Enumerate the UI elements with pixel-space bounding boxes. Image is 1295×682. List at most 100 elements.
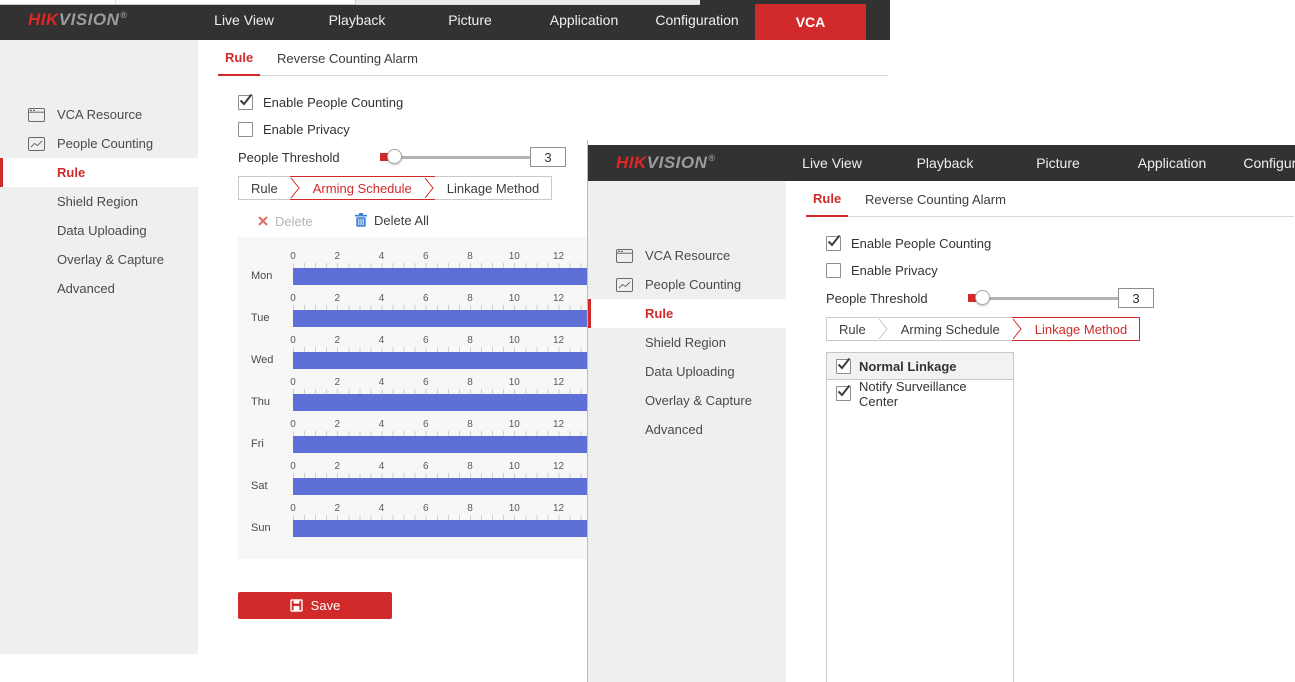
sidebar-item-rule[interactable]: Rule <box>588 299 786 328</box>
sidebar-item-overlay-capture[interactable]: Overlay & Capture <box>588 386 786 415</box>
people-threshold-slider-thumb[interactable] <box>975 290 990 305</box>
subtab-linkage-method[interactable]: Linkage Method <box>435 176 553 200</box>
schedule-tick-label: 4 <box>379 377 385 388</box>
schedule-tick-label: 12 <box>553 377 564 388</box>
sidebar-item-label: Data Uploading <box>645 364 735 379</box>
schedule-tick-label: 10 <box>509 503 520 514</box>
delete-all-button[interactable]: Delete All <box>355 211 429 229</box>
schedule-tick-label: 6 <box>423 461 429 472</box>
schedule-tick-label: 12 <box>553 293 564 304</box>
schedule-tick-label: 10 <box>509 461 520 472</box>
delete-button[interactable]: Delete <box>258 212 313 230</box>
sidebar-item-data-uploading[interactable]: Data Uploading <box>588 357 786 386</box>
sidebar-item-shield-region[interactable]: Shield Region <box>0 187 198 216</box>
schedule-tick-label: 0 <box>290 503 296 514</box>
schedule-tick-label: 4 <box>379 335 385 346</box>
sidebar-item-label: Shield Region <box>57 194 138 209</box>
people-threshold-input[interactable] <box>530 147 566 167</box>
schedule-tick-label: 6 <box>423 419 429 430</box>
enable-privacy-row: Enable Privacy <box>826 263 938 278</box>
nav-item-playback[interactable]: Playback <box>917 145 974 181</box>
sidebar-item-people-counting[interactable]: People Counting <box>588 270 786 299</box>
sidebar-item-people-counting[interactable]: People Counting <box>0 129 198 158</box>
schedule-tick-label: 0 <box>290 377 296 388</box>
sidebar-item-label: People Counting <box>57 136 153 151</box>
logo-vision: VISION <box>647 153 708 173</box>
nav-item-live-view[interactable]: Live View <box>214 0 274 40</box>
sidebar-item-vca-resource[interactable]: VCA Resource <box>0 100 198 129</box>
sidebar-item-label: Overlay & Capture <box>57 252 164 267</box>
enable-privacy-checkbox[interactable] <box>826 263 841 278</box>
nav-item-picture[interactable]: Picture <box>1036 145 1080 181</box>
sidebar-item-overlay-capture[interactable]: Overlay & Capture <box>0 245 198 274</box>
schedule-tick-label: 10 <box>509 419 520 430</box>
notify-surveillance-center-checkbox[interactable] <box>836 386 851 401</box>
sidebar-item-data-uploading[interactable]: Data Uploading <box>0 216 198 245</box>
nav-item-application[interactable]: Application <box>1138 145 1207 181</box>
people-threshold-slider-track[interactable] <box>968 297 1118 300</box>
nav-item-configuration[interactable]: Configuration <box>1243 145 1295 181</box>
nav-item-application[interactable]: Application <box>550 0 619 40</box>
sidebar-item-label: Overlay & Capture <box>645 393 752 408</box>
schedule-tick-label: 10 <box>509 377 520 388</box>
subtab-rule[interactable]: Rule <box>238 176 290 200</box>
people-threshold-slider-track[interactable] <box>380 156 530 159</box>
sidebar-item-vca-resource[interactable]: VCA Resource <box>588 241 786 270</box>
people-threshold-label: People Threshold <box>826 291 928 306</box>
schedule-tick-label: 0 <box>290 335 296 346</box>
rule-subtabs: Rule Arming Schedule Linkage Method <box>238 176 552 200</box>
tab-reverse-counting-alarm[interactable]: Reverse Counting Alarm <box>865 181 1006 217</box>
people-threshold-slider-thumb[interactable] <box>387 149 402 164</box>
logo-vision: VISION <box>59 10 120 30</box>
nav-item-vca-active[interactable]: VCA <box>755 4 866 40</box>
schedule-tick-label: 10 <box>509 293 520 304</box>
tab-rule[interactable]: Rule <box>218 40 260 76</box>
people-threshold-input[interactable] <box>1118 288 1154 308</box>
sidebar-item-label: Shield Region <box>645 335 726 350</box>
vca-resource-icon <box>28 108 45 122</box>
schedule-day-label: Thu <box>251 396 270 408</box>
enable-people-counting-label: Enable People Counting <box>851 236 991 251</box>
people-counting-icon <box>28 137 45 151</box>
subtab-separator <box>290 176 301 200</box>
schedule-tick-label: 10 <box>509 335 520 346</box>
nav-item-live-view[interactable]: Live View <box>802 145 862 181</box>
sidebar-item-advanced[interactable]: Advanced <box>588 415 786 444</box>
normal-linkage-checkbox[interactable] <box>836 359 851 374</box>
schedule-tick-label: 8 <box>467 251 473 262</box>
enable-people-counting-checkbox[interactable] <box>826 236 841 251</box>
sidebar: VCA Resource People Counting Rule Shield… <box>0 40 198 654</box>
subtab-separator <box>424 176 435 200</box>
delete-button-label: Delete <box>275 214 313 229</box>
logo-registered-mark: ® <box>708 153 715 163</box>
sidebar-item-shield-region[interactable]: Shield Region <box>588 328 786 357</box>
sidebar-item-label: Advanced <box>645 422 703 437</box>
schedule-tick-label: 4 <box>379 503 385 514</box>
enable-people-counting-checkbox[interactable] <box>238 95 253 110</box>
subtab-linkage-method[interactable]: Linkage Method <box>1023 317 1141 341</box>
top-navbar: HIKVISION® Live View Playback Picture Ap… <box>588 145 1295 181</box>
check-icon <box>827 234 841 248</box>
sidebar-item-advanced[interactable]: Advanced <box>0 274 198 303</box>
schedule-day-label: Mon <box>251 270 272 282</box>
tab-rule[interactable]: Rule <box>806 181 848 217</box>
schedule-tick-label: 0 <box>290 251 296 262</box>
subtab-rule[interactable]: Rule <box>826 317 878 341</box>
sidebar: VCA Resource People Counting Rule Shield… <box>588 181 786 682</box>
save-button[interactable]: Save <box>238 592 392 619</box>
subtab-arming-schedule[interactable]: Arming Schedule <box>889 317 1012 341</box>
schedule-tick-label: 0 <box>290 293 296 304</box>
subtab-arming-schedule[interactable]: Arming Schedule <box>301 176 424 200</box>
nav-item-picture[interactable]: Picture <box>448 0 492 40</box>
schedule-day-label: Sun <box>251 522 271 534</box>
nav-item-playback[interactable]: Playback <box>329 0 386 40</box>
nav-item-configuration[interactable]: Configuration <box>655 0 738 40</box>
schedule-tick-label: 0 <box>290 419 296 430</box>
tab-reverse-counting-alarm[interactable]: Reverse Counting Alarm <box>277 40 418 76</box>
sidebar-item-rule[interactable]: Rule <box>0 158 198 187</box>
notify-surveillance-center-row: Notify Surveillance Center <box>827 380 1013 407</box>
enable-privacy-checkbox[interactable] <box>238 122 253 137</box>
schedule-tick-label: 2 <box>334 503 340 514</box>
browser-chrome-strip <box>588 140 1295 145</box>
schedule-tick-label: 2 <box>334 251 340 262</box>
